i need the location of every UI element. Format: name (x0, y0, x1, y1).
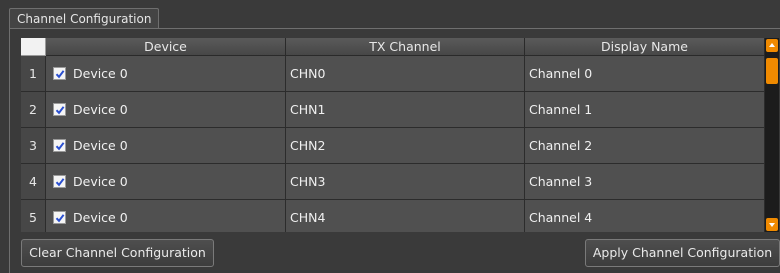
table-cell-display-name[interactable]: Channel 0 (525, 56, 765, 92)
apply-channel-configuration-button[interactable]: Apply Channel Configuration (585, 239, 780, 267)
row-header[interactable]: 5 (21, 200, 46, 232)
channel-table: Device TX Channel Display Name 1 Device … (21, 38, 765, 232)
device-name: Device 0 (73, 102, 128, 117)
row-header[interactable]: 3 (21, 128, 46, 164)
device-checkbox[interactable] (53, 211, 66, 224)
device-name: Device 0 (73, 210, 128, 225)
table-cell-tx-channel[interactable]: CHN3 (286, 164, 525, 200)
channel-configuration-panel: Channel Configuration Device TX Channel … (0, 0, 780, 273)
row-header[interactable]: 1 (21, 56, 46, 92)
row-header[interactable]: 2 (21, 92, 46, 128)
device-checkbox[interactable] (53, 139, 66, 152)
group-title: Channel Configuration (9, 8, 160, 29)
device-checkbox[interactable] (53, 175, 66, 188)
table-cell-display-name[interactable]: Channel 4 (525, 200, 765, 232)
checkmark-icon (55, 142, 65, 151)
table-cell-tx-channel[interactable]: CHN2 (286, 128, 525, 164)
table-cell-tx-channel[interactable]: CHN0 (286, 56, 525, 92)
table-cell-display-name[interactable]: Channel 3 (525, 164, 765, 200)
table-cell-device[interactable]: Device 0 (46, 164, 286, 200)
checkmark-icon (55, 178, 65, 187)
scrollbar-thumb[interactable] (766, 58, 778, 84)
column-header-display-name[interactable]: Display Name (525, 38, 765, 56)
device-name: Device 0 (73, 66, 128, 81)
table-vertical-scrollbar[interactable] (765, 38, 779, 232)
table-cell-display-name[interactable]: Channel 1 (525, 92, 765, 128)
table-cell-tx-channel[interactable]: CHN4 (286, 200, 525, 232)
device-checkbox[interactable] (53, 103, 66, 116)
table-cell-device[interactable]: Device 0 (46, 200, 286, 232)
row-header[interactable]: 4 (21, 164, 46, 200)
scroll-down-button[interactable] (766, 218, 778, 231)
table-cell-device[interactable]: Device 0 (46, 128, 286, 164)
column-header-tx-channel[interactable]: TX Channel (286, 38, 525, 56)
checkmark-icon (55, 106, 65, 115)
clear-channel-configuration-button[interactable]: Clear Channel Configuration (21, 239, 214, 267)
table-cell-device[interactable]: Device 0 (46, 92, 286, 128)
table-cell-tx-channel[interactable]: CHN1 (286, 92, 525, 128)
arrow-down-icon (769, 223, 775, 227)
scroll-up-button[interactable] (766, 39, 778, 52)
checkmark-icon (55, 214, 65, 223)
table-cell-device[interactable]: Device 0 (46, 56, 286, 92)
select-all-corner[interactable] (21, 38, 46, 56)
device-checkbox[interactable] (53, 67, 66, 80)
arrow-up-icon (769, 43, 775, 47)
checkmark-icon (55, 70, 65, 79)
device-name: Device 0 (73, 138, 128, 153)
column-header-device[interactable]: Device (46, 38, 286, 56)
table-cell-display-name[interactable]: Channel 2 (525, 128, 765, 164)
device-name: Device 0 (73, 174, 128, 189)
